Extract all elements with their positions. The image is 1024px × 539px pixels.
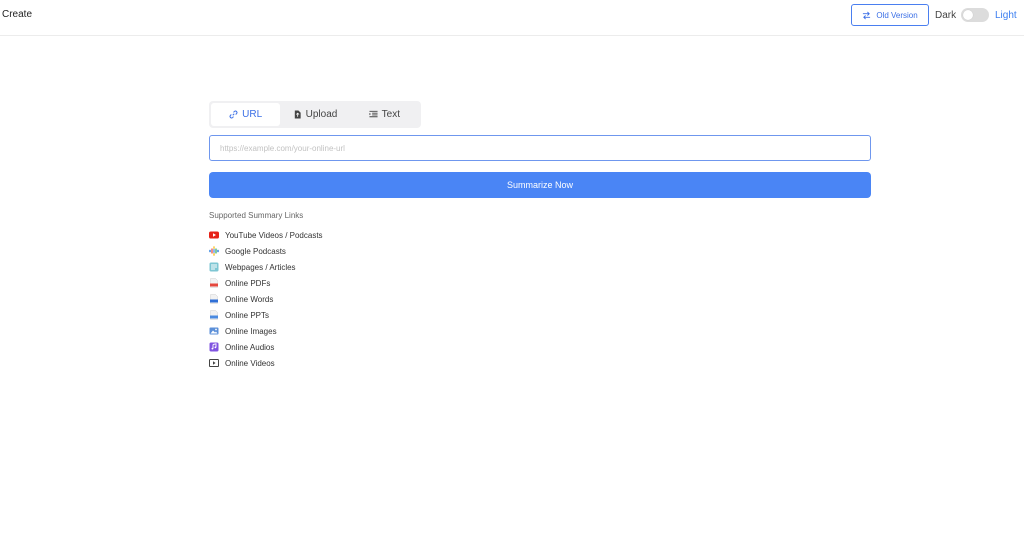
list-item-label: Online Audios (225, 342, 275, 352)
list-item-label: Online Videos (225, 358, 275, 368)
source-tabs: URL Upload Text (209, 101, 421, 128)
supported-links-list: YouTube Videos / Podcasts Google Podcast… (209, 227, 323, 371)
google-podcasts-icon (209, 246, 219, 256)
text-align-icon (369, 110, 378, 118)
theme-toggle-knob (963, 10, 973, 20)
old-version-label: Old Version (876, 10, 918, 20)
list-item-label: Online Images (225, 326, 277, 336)
word-doc-icon (210, 294, 218, 304)
list-item-label: Online Words (225, 294, 274, 304)
audio-icon (209, 342, 219, 352)
tab-text-label: Text (381, 109, 400, 120)
tab-url-label: URL (242, 109, 263, 120)
tab-upload-label: Upload (305, 109, 338, 120)
webpage-icon (209, 262, 219, 272)
tab-upload[interactable]: Upload (280, 103, 349, 126)
theme-toggle[interactable] (961, 8, 989, 22)
list-item-label: Google Podcasts (225, 246, 286, 256)
ppt-icon (210, 310, 218, 320)
supported-links-heading: Supported Summary Links (209, 211, 304, 220)
list-item: Online Words (209, 291, 323, 307)
swap-arrows-icon (863, 11, 871, 19)
summarize-now-button[interactable]: Summarize Now (209, 172, 871, 198)
dark-mode-label: Dark (935, 10, 957, 21)
top-bar: Create Old Version Dark Light (0, 0, 1024, 36)
tab-text[interactable]: Text (350, 103, 419, 126)
tab-url[interactable]: URL (211, 103, 281, 126)
old-version-button[interactable]: Old Version (851, 4, 929, 26)
youtube-icon (209, 231, 219, 239)
list-item: Online Videos (209, 355, 323, 371)
list-item: Google Podcasts (209, 243, 323, 259)
url-input[interactable] (209, 135, 871, 161)
pdf-icon (210, 278, 218, 288)
list-item: Online Images (209, 323, 323, 339)
list-item: Online PDFs (209, 275, 323, 291)
list-item-label: Webpages / Articles (225, 262, 296, 272)
video-icon (209, 359, 219, 367)
supported-links-section: Supported Summary Links YouTube Videos /… (209, 211, 323, 371)
list-item: YouTube Videos / Podcasts (209, 227, 323, 243)
page-title: Create (2, 9, 33, 20)
file-upload-icon (294, 110, 301, 119)
list-item-label: Online PPTs (225, 310, 270, 320)
link-icon (229, 110, 238, 119)
list-item-label: Online PDFs (225, 278, 271, 288)
list-item: Webpages / Articles (209, 259, 323, 275)
list-item-label: YouTube Videos / Podcasts (225, 230, 323, 240)
image-icon (209, 327, 219, 335)
list-item: Online Audios (209, 339, 323, 355)
light-mode-label: Light (995, 10, 1017, 21)
list-item: Online PPTs (209, 307, 323, 323)
